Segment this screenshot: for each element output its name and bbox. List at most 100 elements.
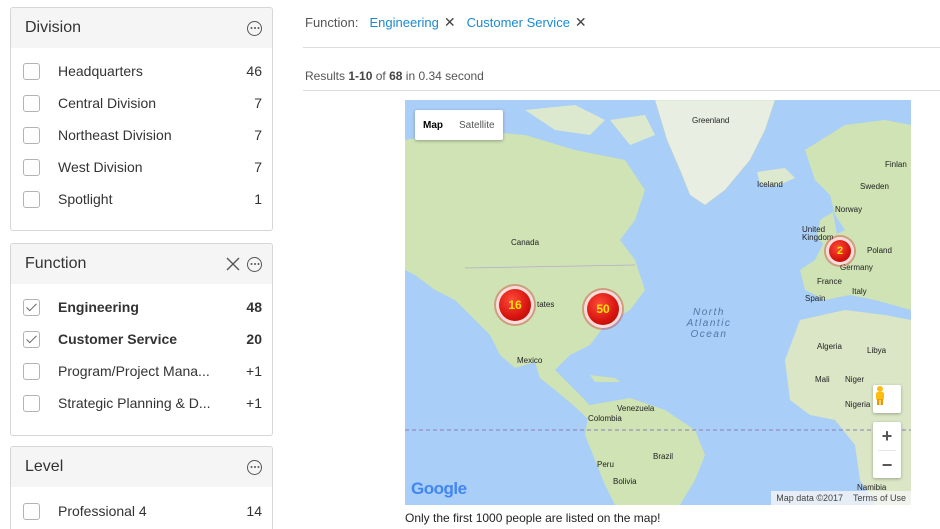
- facet-option-label: Program/Project Mana...: [58, 363, 210, 379]
- facet-option-count: 7: [254, 95, 262, 111]
- map-label-greenland: Greenland: [692, 116, 730, 125]
- function-facet: Function Engineering 48 Customer Service…: [10, 243, 273, 436]
- zoom-out-button[interactable]: −: [873, 451, 901, 479]
- remove-filter-icon[interactable]: ✕: [575, 14, 587, 31]
- map-type-map-button[interactable]: Map: [415, 110, 451, 140]
- results-of: of: [375, 69, 386, 83]
- level-facet-header: Level: [11, 447, 272, 487]
- map-label-italy: Italy: [852, 287, 867, 296]
- facet-option-count: 14: [246, 503, 262, 519]
- map-label-mexico: Mexico: [517, 356, 543, 365]
- remove-filter-icon[interactable]: ✕: [444, 14, 456, 31]
- facet-option-count: +1: [246, 363, 262, 379]
- facet-option-headquarters[interactable]: Headquarters 46: [23, 60, 262, 82]
- checkbox[interactable]: [23, 190, 40, 208]
- google-logo: Google: [411, 479, 467, 498]
- checkbox[interactable]: [23, 94, 40, 112]
- map-cluster-marker[interactable]: 50: [584, 290, 622, 328]
- map-label-colombia: Colombia: [588, 414, 622, 423]
- map-label-canada: Canada: [511, 238, 540, 247]
- facet-option-label: Strategic Planning & D...: [58, 395, 211, 411]
- facet-option-strategic-planning[interactable]: Strategic Planning & D... +1: [23, 392, 262, 414]
- active-filters: Function: Engineering ✕ Customer Service…: [305, 14, 587, 31]
- filter-chip-customer-service[interactable]: Customer Service ✕: [467, 14, 587, 31]
- map-footer: Map data ©2017 Terms of Use: [771, 491, 911, 505]
- map-label-united-states: tates: [537, 300, 555, 309]
- facet-option-central-division[interactable]: Central Division 7: [23, 92, 262, 114]
- facet-option-label: Headquarters: [58, 63, 143, 79]
- map-label-libya: Libya: [867, 346, 887, 355]
- map-type-control: Map Satellite: [415, 110, 503, 140]
- facet-option-west-division[interactable]: West Division 7: [23, 156, 262, 178]
- street-view-pegman[interactable]: [873, 385, 901, 413]
- checkbox-checked[interactable]: [23, 330, 40, 348]
- checkbox[interactable]: [23, 126, 40, 144]
- map-type-satellite-button[interactable]: Satellite: [451, 110, 503, 140]
- checkbox[interactable]: [23, 62, 40, 80]
- facet-option-northeast-division[interactable]: Northeast Division 7: [23, 124, 262, 146]
- people-map[interactable]: Map Satellite Greenland Iceland Finlan S…: [405, 100, 911, 505]
- facet-option-label: Customer Service: [58, 331, 178, 347]
- map-note: Only the first 1000 people are listed on…: [405, 511, 661, 525]
- function-facet-title: Function: [25, 255, 87, 272]
- divider: [303, 47, 940, 48]
- division-facet: Division Headquarters 46 Central Divisio…: [10, 7, 273, 231]
- more-options-icon[interactable]: [247, 20, 262, 36]
- facet-option-count: 7: [254, 159, 262, 175]
- clear-filter-icon[interactable]: [225, 256, 241, 272]
- facet-option-program-project[interactable]: Program/Project Mana... +1: [23, 360, 262, 382]
- map-label-poland: Poland: [867, 246, 892, 255]
- facet-option-spotlight[interactable]: Spotlight 1: [23, 188, 262, 210]
- facet-option-label: Central Division: [58, 95, 157, 111]
- map-label-ocean: North Atlantic Ocean: [686, 307, 732, 340]
- terms-link[interactable]: Terms of Use: [853, 493, 906, 503]
- results-range: 1-10: [348, 69, 373, 83]
- results-summary: Results 1-10 of 68 in 0.34 second: [305, 69, 484, 83]
- facet-option-count: 1: [254, 191, 262, 207]
- level-facet: Level Professional 4 14: [10, 446, 273, 529]
- map-label-norway: Norway: [835, 205, 863, 214]
- facet-option-label: Engineering: [58, 299, 139, 315]
- checkbox[interactable]: [23, 502, 40, 520]
- map-label-venezuela: Venezuela: [617, 404, 655, 413]
- facet-option-count: 48: [246, 299, 262, 315]
- map-label-sweden: Sweden: [860, 182, 889, 191]
- map-label-spain: Spain: [805, 294, 826, 303]
- more-options-icon[interactable]: [247, 256, 262, 272]
- map-cluster-marker[interactable]: 2: [826, 237, 854, 265]
- zoom-in-button[interactable]: +: [873, 422, 901, 450]
- results-prefix: Results: [305, 69, 346, 83]
- more-options-icon[interactable]: [247, 459, 262, 475]
- division-facet-header: Division: [11, 8, 272, 48]
- map-base: [405, 100, 911, 505]
- division-facet-title: Division: [25, 19, 82, 36]
- map-label-germany: Germany: [840, 263, 873, 272]
- zoom-control: + −: [873, 422, 901, 478]
- checkbox[interactable]: [23, 394, 40, 412]
- map-label-algeria: Algeria: [817, 342, 842, 351]
- level-facet-title: Level: [25, 458, 64, 475]
- checkbox[interactable]: [23, 362, 40, 380]
- divider: [303, 90, 940, 91]
- map-label-mali: Mali: [815, 375, 830, 384]
- facet-option-engineering[interactable]: Engineering 48: [23, 296, 262, 318]
- facet-option-customer-service[interactable]: Customer Service 20: [23, 328, 262, 350]
- facet-option-professional-4[interactable]: Professional 4 14: [23, 500, 262, 522]
- checkbox-checked[interactable]: [23, 298, 40, 316]
- map-label-france: France: [817, 277, 842, 286]
- map-label-nigeria: Nigeria: [845, 400, 871, 409]
- facet-option-count: 20: [246, 331, 262, 347]
- map-label-niger: Niger: [845, 375, 865, 384]
- facet-option-count: 46: [246, 63, 262, 79]
- map-label-iceland: Iceland: [757, 180, 783, 189]
- facet-option-count: 7: [254, 127, 262, 143]
- facet-option-label: Northeast Division: [58, 127, 172, 143]
- facet-option-count: +1: [246, 395, 262, 411]
- facet-option-label: Spotlight: [58, 191, 113, 207]
- map-cluster-marker[interactable]: 16: [496, 286, 534, 324]
- facet-option-label: West Division: [58, 159, 143, 175]
- filter-label: Function:: [305, 15, 359, 30]
- checkbox[interactable]: [23, 158, 40, 176]
- facet-option-label: Professional 4: [58, 503, 147, 519]
- filter-chip-engineering[interactable]: Engineering ✕: [369, 14, 455, 31]
